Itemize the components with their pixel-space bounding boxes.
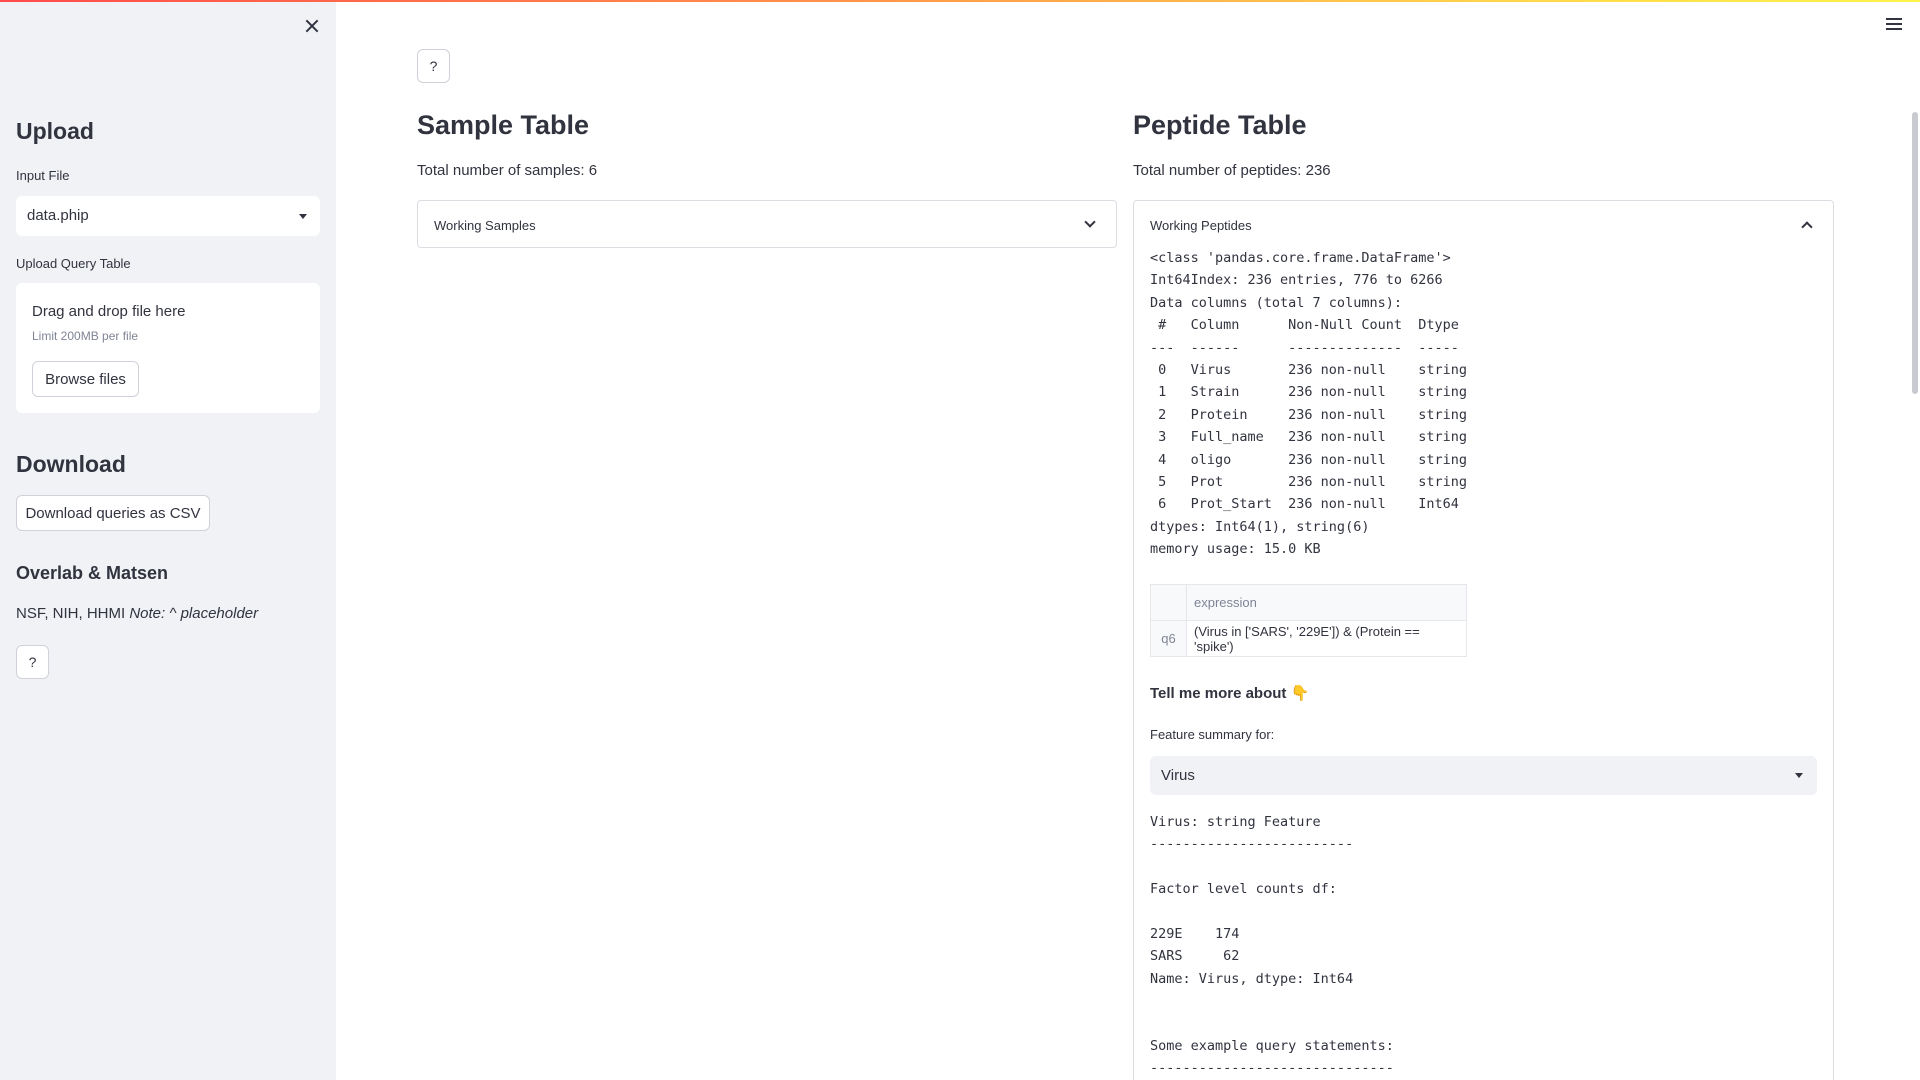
upload-query-table-label: Upload Query Table xyxy=(16,256,131,271)
query-row-expression: (Virus in ['SARS', '229E']) & (Protein =… xyxy=(1186,620,1467,657)
sample-count: Total number of samples: 6 xyxy=(417,162,598,179)
code-line: # Column Non-Null Count Dtype xyxy=(1150,317,1459,334)
code-line: 5 Prot 236 non-null string xyxy=(1150,474,1467,490)
code-line: 1 Strain 236 non-null string xyxy=(1150,384,1467,401)
sample-table-heading: Sample Table xyxy=(417,110,590,140)
credits-funders: NSF, NIH, HHMI xyxy=(16,605,126,622)
code-line: 3 Full_name 236 non-null string xyxy=(1150,429,1467,446)
download-heading: Download xyxy=(16,451,126,477)
input-file-value: data.phip xyxy=(27,207,89,224)
feature-summary-label: Feature summary for: xyxy=(1150,727,1275,742)
top-decoration-bar xyxy=(0,0,1920,2)
main-help-button[interactable]: ? xyxy=(417,49,450,83)
feature-select[interactable]: Virus xyxy=(1150,756,1817,795)
upload-heading: Upload xyxy=(16,118,94,144)
query-table-column-header: expression xyxy=(1186,584,1467,621)
input-file-label: Input File xyxy=(16,168,70,183)
chevron-up-icon[interactable] xyxy=(1801,221,1813,233)
code-line: memory usage: 15.0 KB xyxy=(1150,541,1321,558)
scrollbar[interactable] xyxy=(1912,112,1918,394)
code-line: Data columns (total 7 columns): xyxy=(1150,294,1402,311)
browse-files-button[interactable]: Browse files xyxy=(32,361,139,397)
credits-heading: Overlab & Matsen xyxy=(16,563,169,583)
code-line: 0 Virus 236 non-null string xyxy=(1150,362,1467,378)
working-peptides-label[interactable]: Working Peptides xyxy=(1150,218,1252,233)
main-menu-icon[interactable] xyxy=(1886,18,1904,32)
code-line: Virus: string Feature xyxy=(1150,814,1321,830)
query-table-header: expression xyxy=(1150,584,1467,621)
query-table: expression q6 (Virus in ['SARS', '229E']… xyxy=(1150,584,1467,657)
credits-note: Note: ^ placeholder xyxy=(129,605,259,622)
caret-down-icon xyxy=(1795,773,1803,778)
code-line: Factor level counts df: xyxy=(1150,881,1337,898)
code-line: 4 oligo 236 non-null string xyxy=(1150,451,1467,468)
code-line: --- ------ -------------- ----- xyxy=(1150,339,1459,356)
dropzone-limit: Limit 200MB per file xyxy=(32,329,139,343)
sidebar-help-button[interactable]: ? xyxy=(16,645,49,679)
code-line: SARS 62 xyxy=(1150,948,1240,965)
caret-down-icon xyxy=(299,214,307,219)
file-dropzone[interactable]: Drag and drop file here Limit 200MB per … xyxy=(16,283,320,413)
working-samples-expander[interactable]: Working Samples xyxy=(417,200,1117,248)
query-row-index: q6 xyxy=(1150,620,1187,657)
credits-text: NSF, NIH, HHMI Note: ^ placeholder xyxy=(16,605,258,622)
input-file-select[interactable]: data.phip xyxy=(16,196,320,236)
download-csv-button[interactable]: Download queries as CSV xyxy=(16,495,210,531)
code-line: ------------------------- xyxy=(1150,836,1354,853)
close-sidebar-icon[interactable] xyxy=(300,14,324,38)
code-line: 6 Prot_Start 236 non-null Int64 xyxy=(1150,496,1459,513)
query-table-index-header xyxy=(1150,584,1187,621)
peptide-table-heading: Peptide Table xyxy=(1133,110,1307,140)
code-line: ------------------------------ xyxy=(1150,1060,1394,1077)
table-row: q6 (Virus in ['SARS', '229E']) & (Protei… xyxy=(1150,620,1467,657)
code-line: Int64Index: 236 entries, 776 to 6266 xyxy=(1150,272,1443,289)
code-line: 229E 174 xyxy=(1150,926,1240,942)
peptide-count: Total number of peptides: 236 xyxy=(1133,162,1331,179)
code-line: Some example query statements: xyxy=(1150,1038,1394,1054)
code-line: <class 'pandas.core.frame.DataFrame'> xyxy=(1150,250,1451,266)
sidebar: Upload Input File data.phip Upload Query… xyxy=(0,0,336,1080)
chevron-down-icon xyxy=(1084,216,1096,228)
tell-me-more-heading: Tell me more about 👇 xyxy=(1150,685,1310,702)
dropzone-title: Drag and drop file here xyxy=(32,303,186,320)
working-samples-label: Working Samples xyxy=(434,218,536,233)
feature-select-value: Virus xyxy=(1161,767,1195,784)
code-line: Name: Virus, dtype: Int64 xyxy=(1150,970,1354,987)
code-line: 2 Protein 236 non-null string xyxy=(1150,406,1467,423)
code-line: dtypes: Int64(1), string(6) xyxy=(1150,518,1370,535)
